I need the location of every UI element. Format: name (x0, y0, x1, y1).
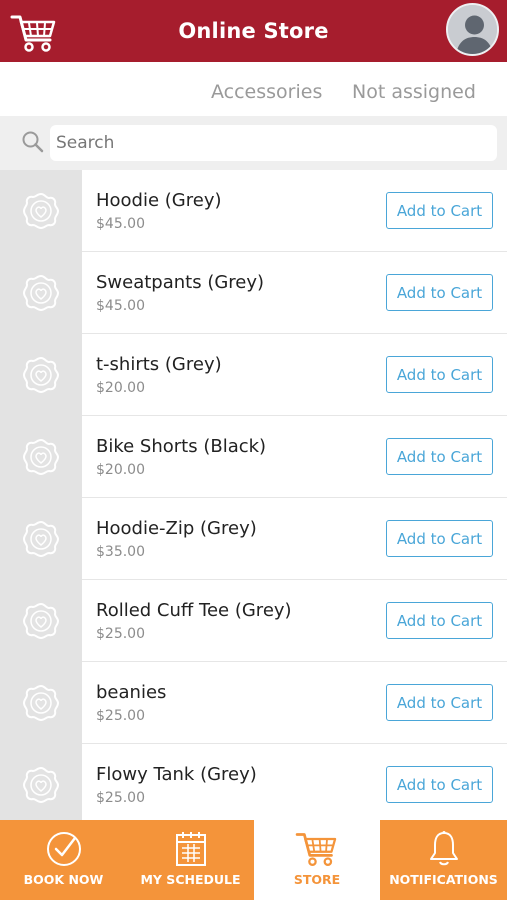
product-placeholder-image (0, 662, 82, 744)
product-placeholder-image (0, 334, 82, 416)
product-placeholder-image (0, 744, 82, 820)
product-name: Flowy Tank (Grey) (96, 764, 257, 785)
list-item[interactable]: Bike Shorts (Black) $20.00 Add to Cart (0, 416, 507, 498)
nav-label: MY SCHEDULE (140, 872, 241, 887)
flower-logo-icon (22, 274, 60, 312)
product-price: $20.00 (96, 380, 145, 396)
product-price: $20.00 (96, 462, 145, 478)
list-item[interactable]: t-shirts (Grey) $20.00 Add to Cart (0, 334, 507, 416)
nav-label: NOTIFICATIONS (389, 872, 498, 887)
flower-logo-icon (22, 438, 60, 476)
user-avatar-icon[interactable] (446, 3, 499, 56)
page-title: Online Store (178, 19, 329, 43)
add-to-cart-button[interactable]: Add to Cart (386, 520, 493, 557)
search-input[interactable] (50, 125, 497, 161)
flower-logo-icon (22, 684, 60, 722)
product-placeholder-image (0, 252, 82, 334)
product-name: Hoodie-Zip (Grey) (96, 518, 257, 539)
add-to-cart-button[interactable]: Add to Cart (386, 766, 493, 803)
product-name: t-shirts (Grey) (96, 354, 222, 375)
tab-accessories[interactable]: Accessories (211, 81, 322, 103)
shopping-cart-icon (295, 830, 339, 872)
product-name: Sweatpants (Grey) (96, 272, 265, 293)
list-item[interactable]: Flowy Tank (Grey) $25.00 Add to Cart (0, 744, 507, 820)
product-placeholder-image (0, 170, 82, 252)
flower-logo-icon (22, 766, 60, 804)
nav-book-now[interactable]: BOOK NOW (0, 820, 127, 900)
add-to-cart-button[interactable]: Add to Cart (386, 356, 493, 393)
product-placeholder-image (0, 416, 82, 498)
product-price: $45.00 (96, 298, 145, 314)
tab-not-assigned[interactable]: Not assigned (352, 81, 476, 103)
list-item[interactable]: Sweatpants (Grey) $45.00 Add to Cart (0, 252, 507, 334)
product-price: $45.00 (96, 216, 145, 232)
add-to-cart-button[interactable]: Add to Cart (386, 438, 493, 475)
search-bar (0, 116, 507, 170)
add-to-cart-button[interactable]: Add to Cart (386, 602, 493, 639)
checkmark-circle-icon (45, 830, 83, 872)
add-to-cart-button[interactable]: Add to Cart (386, 274, 493, 311)
list-item[interactable]: Hoodie-Zip (Grey) $35.00 Add to Cart (0, 498, 507, 580)
product-price: $25.00 (96, 708, 145, 724)
product-list: Hoodie (Grey) $45.00 Add to Cart Sweatpa… (0, 170, 507, 820)
product-name: Bike Shorts (Black) (96, 436, 267, 457)
category-tabs: Accessories Not assigned (0, 62, 507, 116)
nav-label: STORE (293, 872, 341, 887)
search-icon (21, 130, 45, 154)
list-item[interactable]: beanies $25.00 Add to Cart (0, 662, 507, 744)
add-to-cart-button[interactable]: Add to Cart (386, 684, 493, 721)
product-price: $35.00 (96, 544, 145, 560)
app-header: Online Store (0, 0, 507, 62)
product-name: Hoodie (Grey) (96, 190, 222, 211)
product-name: beanies (96, 682, 167, 703)
product-name: Rolled Cuff Tee (Grey) (96, 600, 292, 621)
flower-logo-icon (22, 192, 60, 230)
flower-logo-icon (22, 602, 60, 640)
product-price: $25.00 (96, 626, 145, 642)
nav-store[interactable]: STORE (254, 820, 380, 900)
add-to-cart-button[interactable]: Add to Cart (386, 192, 493, 229)
product-placeholder-image (0, 498, 82, 580)
flower-logo-icon (22, 520, 60, 558)
nav-label: BOOK NOW (23, 872, 104, 887)
flower-logo-icon (22, 356, 60, 394)
calendar-icon (174, 830, 208, 872)
bell-icon (427, 830, 461, 872)
shopping-cart-icon[interactable] (10, 12, 58, 54)
bottom-nav: BOOK NOW MY SCHEDULE STORE NOTIFICATIONS (0, 820, 507, 900)
nav-notifications[interactable]: NOTIFICATIONS (380, 820, 507, 900)
product-placeholder-image (0, 580, 82, 662)
list-item[interactable]: Hoodie (Grey) $45.00 Add to Cart (0, 170, 507, 252)
nav-my-schedule[interactable]: MY SCHEDULE (127, 820, 254, 900)
product-price: $25.00 (96, 790, 145, 806)
list-item[interactable]: Rolled Cuff Tee (Grey) $25.00 Add to Car… (0, 580, 507, 662)
